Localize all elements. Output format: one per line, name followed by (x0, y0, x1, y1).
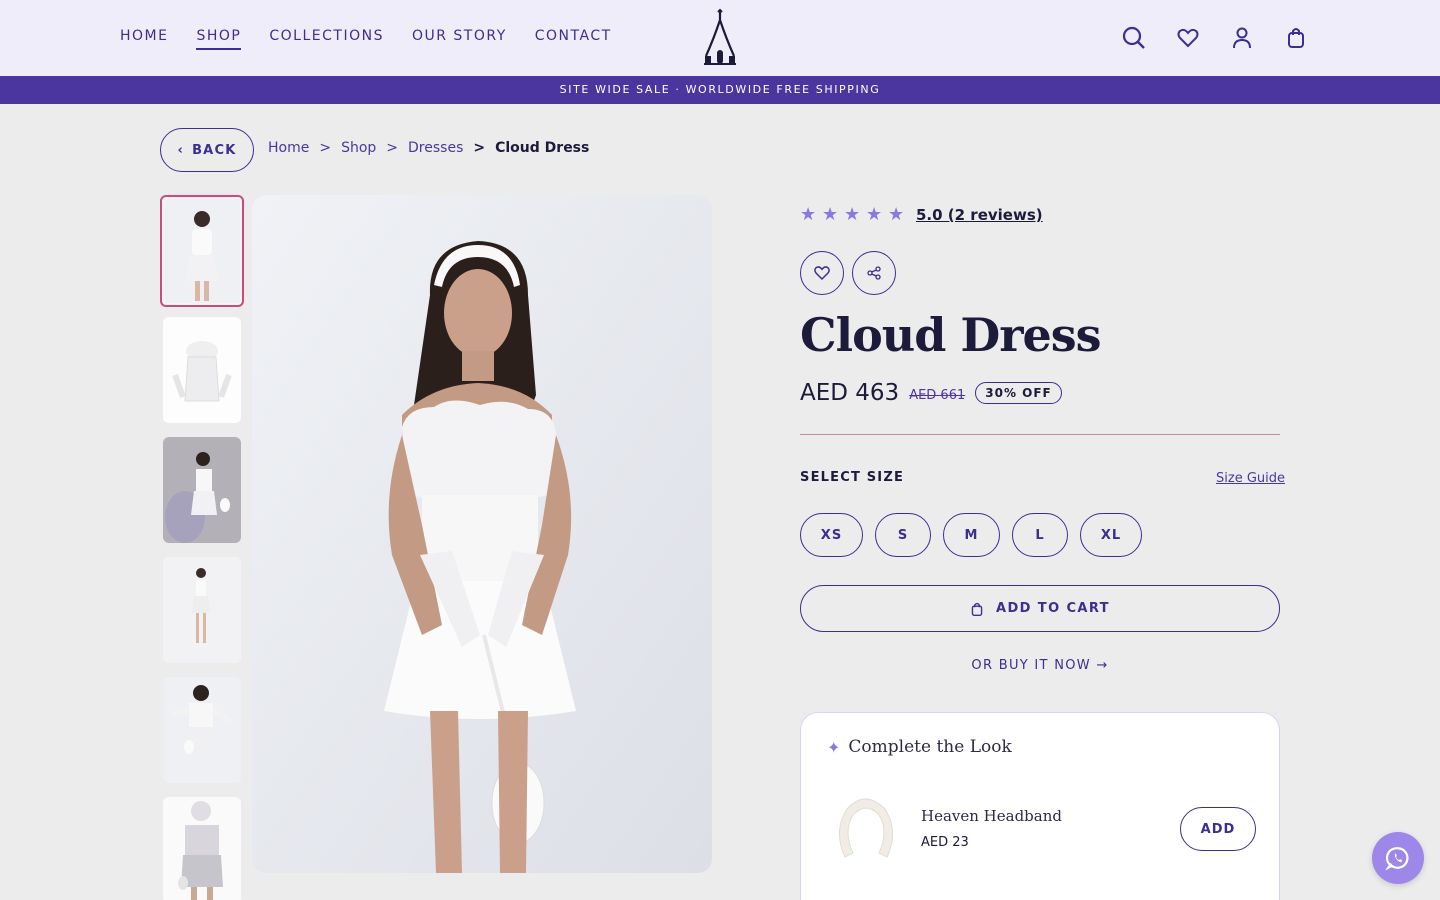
thumbnail-3[interactable] (163, 437, 241, 543)
wishlist-button[interactable] (800, 251, 844, 295)
size-guide-link[interactable]: Size Guide (1216, 471, 1285, 486)
add-to-cart-label: ADD TO CART (996, 601, 1110, 616)
back-label: BACK (192, 142, 237, 158)
breadcrumb-separator: > (319, 140, 332, 156)
thumbnail-list (160, 195, 244, 900)
add-to-cart-button[interactable]: ADD TO CART (800, 585, 1280, 632)
back-button[interactable]: ‹ BACK (160, 128, 254, 172)
star-icon: ★ (844, 204, 861, 225)
thumbnail-2[interactable] (163, 317, 241, 423)
share-button[interactable] (852, 251, 896, 295)
headband-image[interactable] (831, 791, 901, 867)
nav-collections[interactable]: COLLECTIONS (269, 28, 384, 50)
bag-icon (971, 602, 983, 616)
complete-look-title: Complete the Look (848, 737, 1012, 757)
breadcrumb-dresses[interactable]: Dresses (408, 140, 463, 156)
reviews-link[interactable]: 5.0 (2 reviews) (916, 206, 1043, 224)
product-main-image[interactable] (252, 195, 712, 873)
breadcrumb-shop[interactable]: Shop (341, 140, 376, 156)
thumbnail-1[interactable] (160, 195, 244, 307)
size-m-button[interactable]: M (943, 513, 1000, 557)
thumbnail-6[interactable] (163, 797, 241, 900)
header-icons (1122, 24, 1308, 52)
add-look-item-button[interactable]: ADD (1180, 807, 1256, 851)
product-title: Cloud Dress (800, 308, 1102, 362)
current-price: AED 463 (800, 380, 900, 406)
price-block: AED 463 AED 661 30% OFF (800, 380, 1062, 406)
breadcrumb-separator: > (386, 140, 399, 156)
user-icon[interactable] (1230, 24, 1254, 52)
rating-stars: ★ ★ ★ ★ ★ (800, 206, 906, 224)
nav-shop[interactable]: SHOP (196, 28, 242, 50)
size-l-button[interactable]: L (1012, 513, 1068, 557)
product-rating: ★ ★ ★ ★ ★ 5.0 (2 reviews) (800, 206, 1043, 225)
nav-home[interactable]: HOME (120, 28, 168, 50)
size-xl-button[interactable]: XL (1080, 513, 1142, 557)
nav-our-story[interactable]: OUR STORY (412, 28, 507, 50)
look-item-name: Heaven Headband (921, 807, 1062, 825)
site-header: HOME SHOP COLLECTIONS OUR STORY CONTACT (0, 0, 1440, 76)
search-icon[interactable] (1122, 24, 1146, 52)
discount-badge: 30% OFF (975, 382, 1062, 404)
heart-icon[interactable] (1176, 24, 1200, 52)
whatsapp-chat-button[interactable] (1372, 832, 1424, 884)
chevron-left-icon: ‹ (177, 142, 185, 158)
whatsapp-icon (1385, 847, 1409, 871)
breadcrumb: Home > Shop > Dresses > Cloud Dress (268, 140, 589, 156)
star-icon: ★ (822, 204, 839, 225)
brand-logo[interactable] (700, 8, 740, 68)
star-icon: ★ (866, 204, 883, 225)
star-icon: ★ (888, 204, 905, 225)
breadcrumb-current: Cloud Dress (495, 140, 590, 156)
breadcrumb-home[interactable]: Home (268, 140, 309, 156)
thumbnail-5[interactable] (163, 677, 241, 783)
bag-icon[interactable] (1284, 24, 1308, 52)
promo-banner: SITE WIDE SALE · WORLDWIDE FREE SHIPPING (0, 76, 1440, 104)
thumbnail-4[interactable] (163, 557, 241, 663)
original-price: AED 661 (909, 387, 966, 403)
heart-icon (814, 266, 830, 281)
complete-the-look-card: ✦ Complete the Look Heaven Headband AED … (800, 712, 1280, 900)
star-icon: ★ (800, 204, 817, 225)
breadcrumb-separator: > (473, 140, 486, 156)
size-options: XS S M L XL (800, 513, 1142, 557)
main-nav: HOME SHOP COLLECTIONS OUR STORY CONTACT (120, 28, 612, 50)
size-label: SELECT SIZE (800, 470, 905, 485)
complete-look-heading: ✦ Complete the Look (827, 737, 1012, 757)
buy-now-link[interactable]: OR BUY IT NOW → (800, 658, 1280, 673)
size-s-button[interactable]: S (875, 513, 931, 557)
look-item-price: AED 23 (921, 835, 969, 850)
divider (800, 434, 1280, 435)
sparkle-icon: ✦ (827, 737, 841, 757)
size-xs-button[interactable]: XS (800, 513, 863, 557)
nav-contact[interactable]: CONTACT (535, 28, 612, 50)
share-icon (867, 266, 881, 280)
